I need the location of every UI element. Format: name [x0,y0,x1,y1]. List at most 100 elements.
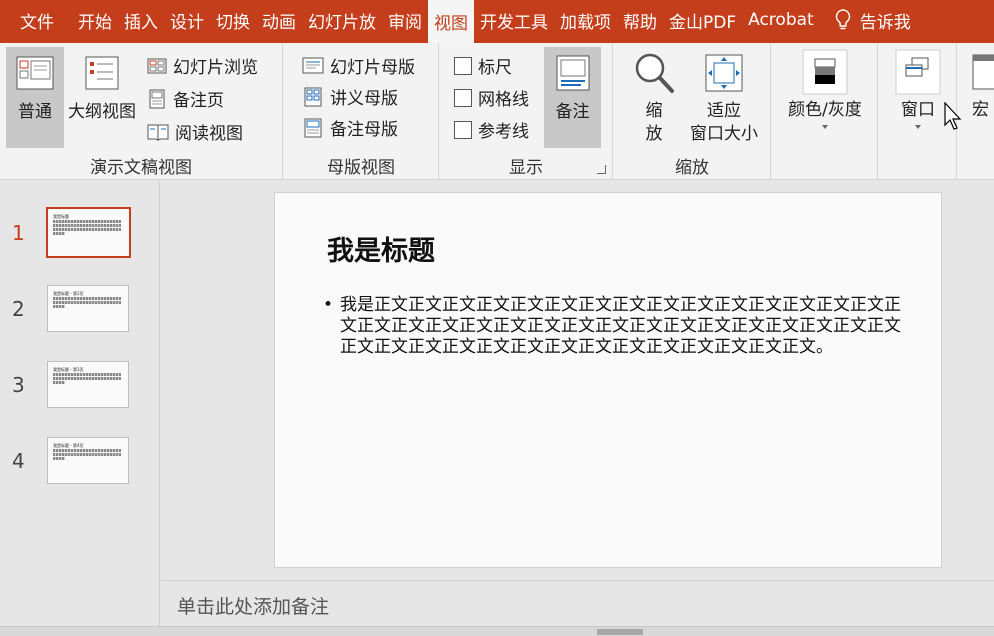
thumbnail-slide-2[interactable]: 2 我是标题 - 第2页 [0,281,160,337]
thumbnail-number: 1 [12,221,25,245]
group-label-show: 显示 [509,158,543,178]
thumbnail-text-line [53,373,121,376]
status-bar [0,626,994,636]
gridlines-label: 网格线 [478,90,529,110]
thumbnail-text-line [53,449,121,452]
thumbnail-text-line [53,453,121,456]
lightbulb-icon [835,9,850,30]
window-button[interactable]: 窗口 [885,49,951,149]
thumbnail-slide-3[interactable]: 3 我是标题 - 第3页 [0,357,160,413]
outline-view-icon [85,56,119,90]
slide-master-button[interactable]: 幻灯片母版 [302,53,415,78]
handout-master-label: 讲义母版 [330,89,398,109]
group-color: 颜色/灰度 [772,43,878,180]
tab-file[interactable]: 文件 [0,0,72,40]
thumbnail-text-line [53,228,121,231]
mouse-cursor-icon [944,101,962,134]
thumbnail-title: 我是标题 - 第4页 [53,443,84,448]
normal-view-button[interactable]: 普通 [6,47,64,148]
thumbnail-title: 我是标题 - 第3页 [53,367,84,372]
thumbnail-text-line [53,301,121,304]
tab-slideshow[interactable]: 幻灯片放 [302,0,382,40]
notes-page-button[interactable]: 备注页 [147,86,224,111]
gridlines-checkbox[interactable]: 网格线 [454,85,529,110]
slide-body-text[interactable]: • 我是正文正文正文正文正文正文正文正文正文正文正文正文正文正文正文正文正文正文… [323,295,903,358]
notes-page-label: 备注页 [173,91,224,111]
group-master-views: 幻灯片母版 讲义母版 备注母版 母版视图 [284,43,439,180]
tab-view[interactable]: 视图 [428,0,474,43]
normal-view-label: 普通 [18,102,52,122]
color-grayscale-button[interactable]: 颜色/灰度 [776,49,874,149]
color-grayscale-label: 颜色/灰度 [788,100,862,120]
outline-view-button[interactable]: 大纲视图 [64,47,140,148]
window-icon [895,49,941,95]
group-zoom: 缩 放 适应 窗口大小 缩放 [614,43,771,180]
thumbnail-preview[interactable]: 我是标题 - 第2页 [47,285,129,332]
slide-canvas[interactable]: 我是标题 • 我是正文正文正文正文正文正文正文正文正文正文正文正文正文正文正文正… [274,192,942,568]
tab-design[interactable]: 设计 [164,0,210,40]
tell-me-search[interactable]: 告诉我 [820,0,917,40]
thumbnail-preview[interactable]: 我是标题 - 第4页 [47,437,129,484]
ruler-checkbox[interactable]: 标尺 [454,53,512,78]
thumbnail-text-line [53,297,121,300]
thumbnail-preview[interactable]: 我是标题 - 第3页 [47,361,129,408]
notes-master-button[interactable]: 备注母版 [302,115,398,140]
thumbnail-slide-4[interactable]: 4 我是标题 - 第4页 [0,433,160,489]
slide-sorter-icon [147,58,167,73]
tab-transitions[interactable]: 切换 [210,0,256,40]
tab-acrobat[interactable]: Acrobat [742,0,820,40]
guides-checkbox-box[interactable] [454,120,472,139]
group-label-zoom: 缩放 [675,158,709,178]
slide-sorter-button[interactable]: 幻灯片浏览 [147,53,258,78]
thumbnail-number: 4 [12,449,25,473]
notes-toggle-button[interactable]: 备注 [544,47,601,148]
thumbnail-text-line [53,220,121,223]
tab-developer[interactable]: 开发工具 [474,0,554,40]
thumbnail-number: 2 [12,297,25,321]
tab-home[interactable]: 开始 [72,0,118,40]
gridlines-checkbox-box[interactable] [454,88,472,107]
fit-to-window-icon [705,54,743,92]
thumbnail-text-line [53,224,121,227]
color-grayscale-icon [802,49,848,95]
slide-master-icon [302,57,324,73]
ruler-checkbox-box[interactable] [454,56,472,75]
thumbnail-slide-1[interactable]: 1 我是标题 [0,205,160,261]
zoom-button[interactable]: 缩 放 [628,51,680,151]
thumbnail-preview[interactable]: 我是标题 [46,207,131,258]
macros-label: 宏 [972,100,989,120]
thumbnail-text-line [53,381,65,384]
notes-toggle-label: 备注 [555,102,590,122]
tab-review[interactable]: 审阅 [382,0,428,40]
ruler-label: 标尺 [478,58,512,78]
ribbon-tab-bar: 文件 开始 插入 设计 切换 动画 幻灯片放 审阅 视图 开发工具 加载项 帮助… [0,0,994,43]
outline-view-label: 大纲视图 [68,102,136,122]
bullet-marker: • [323,295,334,315]
notes-master-icon [304,118,322,137]
thumbnail-text-line [53,377,121,380]
tab-kingsoft-pdf[interactable]: 金山PDF [663,0,742,40]
fit-to-window-button[interactable]: 适应 窗口大小 [682,51,766,151]
slide-title[interactable]: 我是标题 [327,229,435,268]
thumbnail-text-line [53,305,65,308]
slide-editing-area: 我是标题 • 我是正文正文正文正文正文正文正文正文正文正文正文正文正文正文正文正… [161,181,994,580]
pane-resize-handle[interactable] [597,629,643,635]
tab-addins[interactable]: 加载项 [554,0,617,40]
notes-master-label: 备注母版 [330,120,398,140]
notes-toggle-icon [556,55,589,91]
thumbnail-text-line [53,232,65,235]
group-presentation-views: 普通 大纲视图 幻灯片浏览 备注页 阅读视图 演示文稿视图 [0,43,283,180]
reading-view-label: 阅读视图 [175,124,243,144]
reading-view-button[interactable]: 阅读视图 [147,119,243,144]
reading-view-icon [147,124,169,141]
chevron-down-icon [915,125,921,129]
normal-view-icon [16,56,54,90]
tab-help[interactable]: 帮助 [617,0,663,40]
handout-master-button[interactable]: 讲义母版 [302,84,398,109]
macros-button[interactable]: 宏 [972,49,994,149]
notes-placeholder[interactable]: 单击此处添加备注 [177,592,329,619]
notes-pane[interactable]: 单击此处添加备注 [161,580,994,626]
guides-checkbox[interactable]: 参考线 [454,117,529,142]
tab-animations[interactable]: 动画 [256,0,302,40]
tab-insert[interactable]: 插入 [118,0,164,40]
